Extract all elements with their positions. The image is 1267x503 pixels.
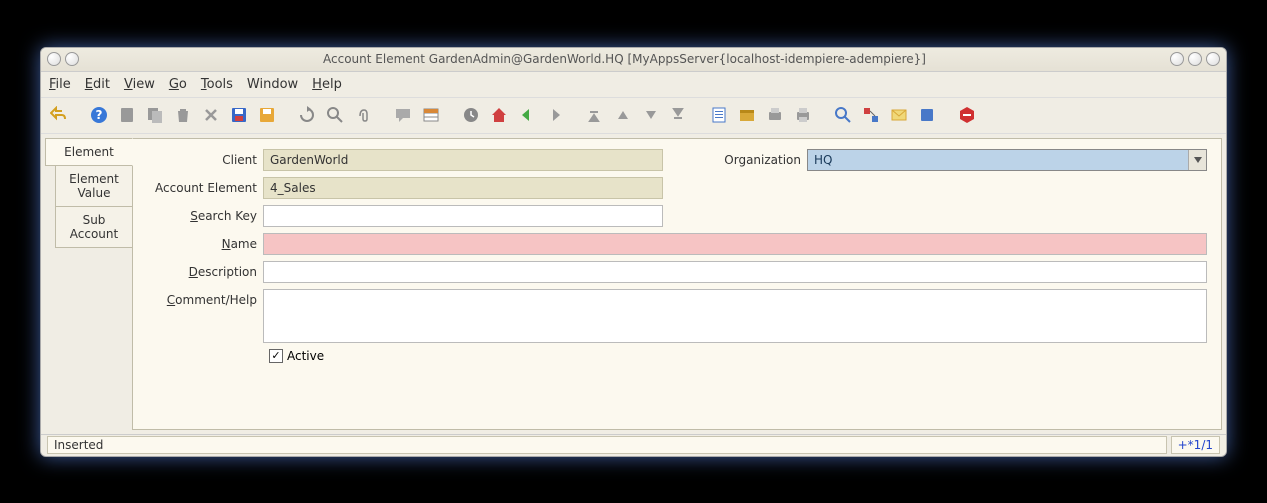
client-field: GardenWorld [263, 149, 663, 171]
account-element-label: Account Element [147, 181, 263, 195]
menu-file[interactable]: File [49, 77, 71, 92]
name-input[interactable] [263, 233, 1207, 255]
zoom-across-icon[interactable] [831, 103, 855, 127]
end-icon[interactable] [955, 103, 979, 127]
titlebar: Account Element GardenAdmin@GardenWorld.… [41, 48, 1226, 72]
organization-select[interactable]: HQ [807, 149, 1207, 171]
request-icon[interactable] [887, 103, 911, 127]
new-icon[interactable] [115, 103, 139, 127]
name-label: Name [147, 237, 263, 251]
status-message: Inserted [47, 436, 1167, 454]
maximize-button[interactable] [1188, 52, 1202, 66]
tab-element[interactable]: Element [45, 138, 133, 166]
chat-icon[interactable] [391, 103, 415, 127]
print-preview-icon[interactable] [763, 103, 787, 127]
search-key-input[interactable] [263, 205, 663, 227]
delete-icon[interactable] [171, 103, 195, 127]
svg-text:?: ? [96, 108, 103, 122]
menu-view[interactable]: View [124, 77, 155, 92]
status-record-info[interactable]: +*1/1 [1171, 436, 1220, 454]
close-button[interactable] [1206, 52, 1220, 66]
tabs: Element Element Value Sub Account [45, 138, 133, 430]
delete-selection-icon[interactable] [199, 103, 223, 127]
menu-help[interactable]: Help [312, 77, 342, 92]
home-icon[interactable] [487, 103, 511, 127]
product-info-icon[interactable] [915, 103, 939, 127]
comment-input[interactable] [263, 289, 1207, 343]
copy-icon[interactable] [143, 103, 167, 127]
print-icon[interactable] [791, 103, 815, 127]
window-title: Account Element GardenAdmin@GardenWorld.… [79, 52, 1170, 66]
window-menu-button[interactable] [47, 52, 61, 66]
attachment-icon[interactable] [351, 103, 375, 127]
menu-edit[interactable]: Edit [85, 77, 110, 92]
active-label: Active [287, 349, 324, 363]
search-key-label: Search Key [147, 209, 263, 223]
report-icon[interactable] [707, 103, 731, 127]
form-panel: Client GardenWorld Organization HQ Accou… [132, 138, 1222, 430]
toolbar: ? [41, 98, 1226, 134]
last-icon[interactable] [667, 103, 691, 127]
tab-sub-account[interactable]: Sub Account [55, 206, 133, 248]
minimize-button[interactable] [1170, 52, 1184, 66]
dropdown-icon[interactable] [1188, 150, 1206, 170]
active-checkbox[interactable]: ✓ [269, 349, 283, 363]
description-label: Description [147, 265, 263, 279]
tab-element-value[interactable]: Element Value [55, 165, 133, 207]
workflow-icon[interactable] [859, 103, 883, 127]
find-icon[interactable] [323, 103, 347, 127]
back-icon[interactable] [515, 103, 539, 127]
help-icon[interactable]: ? [87, 103, 111, 127]
save-create-icon[interactable] [255, 103, 279, 127]
save-icon[interactable] [227, 103, 251, 127]
application-window: Account Element GardenAdmin@GardenWorld.… [40, 47, 1227, 457]
statusbar: Inserted +*1/1 [41, 434, 1226, 456]
menu-window[interactable]: Window [247, 77, 298, 92]
previous-icon[interactable] [611, 103, 635, 127]
organization-value: HQ [808, 153, 1188, 167]
account-element-field: 4_Sales [263, 177, 663, 199]
history-icon[interactable] [459, 103, 483, 127]
comment-label: Comment/Help [147, 289, 263, 307]
forward-icon[interactable] [543, 103, 567, 127]
undo-icon[interactable] [47, 103, 71, 127]
organization-label: Organization [717, 153, 807, 167]
next-icon[interactable] [639, 103, 663, 127]
main-area: Element Element Value Sub Account Client… [41, 134, 1226, 434]
menubar: File Edit View Go Tools Window Help [41, 72, 1226, 98]
menu-go[interactable]: Go [169, 77, 187, 92]
refresh-icon[interactable] [295, 103, 319, 127]
description-input[interactable] [263, 261, 1207, 283]
grid-toggle-icon[interactable] [419, 103, 443, 127]
menu-tools[interactable]: Tools [201, 77, 233, 92]
archive-icon[interactable] [735, 103, 759, 127]
client-label: Client [147, 153, 263, 167]
first-icon[interactable] [583, 103, 607, 127]
window-pin-button[interactable] [65, 52, 79, 66]
